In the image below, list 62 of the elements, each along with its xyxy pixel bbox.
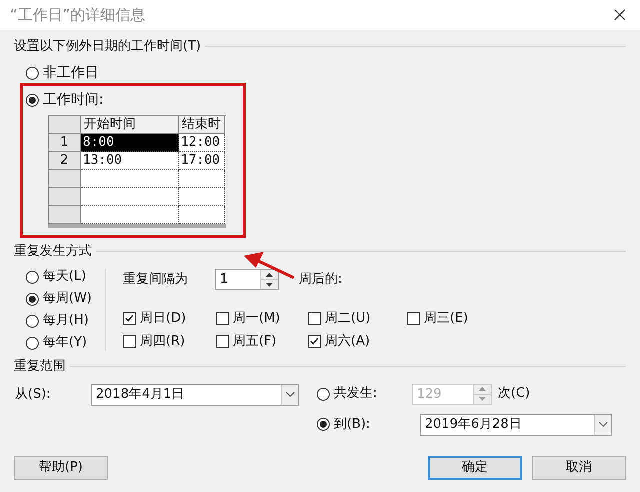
date-dropdown[interactable]: 2019年6月28日	[420, 414, 612, 436]
number-field[interactable]: 1	[215, 269, 279, 290]
table-cell[interactable]	[81, 206, 179, 224]
table-cell[interactable]	[179, 206, 225, 224]
spin-arrows-icon[interactable]	[260, 270, 278, 289]
checkbox-label: 周六(A)	[325, 332, 370, 351]
radio-button[interactable]	[26, 336, 39, 350]
radio-label: 每周(W)	[43, 290, 92, 308]
radio-button[interactable]	[26, 292, 39, 306]
interval-label: 重复间隔为	[123, 270, 189, 289]
checkbox[interactable]	[308, 335, 321, 348]
checkbox-label: 周三(E)	[424, 310, 468, 328]
count-suffix: 次(C)	[498, 385, 530, 404]
radio-label: 每天(L)	[43, 268, 86, 286]
radio-label: 到(B):	[334, 416, 370, 434]
checkbox-label: 周一(M)	[233, 310, 280, 328]
checkbox-label: 周日(D)	[140, 310, 186, 328]
chevron-down-icon[interactable]	[281, 384, 298, 404]
checkbox-label: 周四(R)	[140, 332, 186, 351]
checkbox[interactable]	[216, 312, 229, 325]
table-cell[interactable]: 17:00	[179, 152, 225, 170]
radio-label: 每年(Y)	[43, 334, 88, 352]
radio-button[interactable]	[26, 94, 39, 106]
row-number: 2	[49, 152, 81, 170]
checkbox-label: 周五(F)	[233, 332, 277, 351]
table-cell[interactable]	[81, 188, 179, 206]
radio-button[interactable]	[26, 270, 39, 284]
close-icon[interactable]	[614, 9, 626, 21]
interval-suffix: 周后的:	[299, 270, 342, 289]
section-heading: 重复发生方式	[14, 242, 92, 260]
section-heading: 设置以下例外日期的工作时间(T)	[14, 38, 202, 56]
radio-button[interactable]	[317, 418, 330, 431]
radio-button[interactable]	[26, 66, 39, 80]
checkbox[interactable]	[216, 335, 229, 348]
radio-label: 非工作日	[43, 64, 99, 82]
arrow-annotation	[242, 250, 296, 280]
chevron-down-icon[interactable]	[594, 414, 611, 434]
column-header[interactable]: 开始时间	[81, 116, 179, 134]
table-cell[interactable]: 8:00	[81, 134, 179, 152]
table-cell[interactable]	[179, 170, 225, 188]
dialog-button[interactable]: 取消	[532, 456, 626, 480]
from-label: 从(S):	[15, 386, 52, 404]
radio-button[interactable]	[26, 314, 39, 328]
radio-label: 共发生:	[334, 385, 378, 404]
table-cell[interactable]	[179, 188, 225, 206]
column-header[interactable]: 结束时	[179, 116, 225, 134]
checkbox[interactable]	[123, 312, 136, 325]
checkbox-label: 周二(U)	[325, 310, 371, 328]
checkbox[interactable]	[123, 335, 136, 348]
checkbox[interactable]	[308, 312, 321, 325]
dialog-button[interactable]: 确定	[428, 456, 522, 480]
date-dropdown[interactable]: 2018年4月1日	[91, 384, 299, 406]
radio-label: 工作时间:	[43, 90, 104, 110]
row-number: 1	[49, 134, 81, 152]
window-title: “工作日”的详细信息	[10, 4, 146, 26]
table-cell[interactable]	[81, 170, 179, 188]
dialog-button[interactable]: 帮助(P)	[14, 456, 108, 480]
section-heading: 重复范围	[14, 358, 66, 376]
table-cell[interactable]: 12:00	[179, 134, 225, 152]
radio-label: 每月(H)	[43, 312, 89, 330]
checkbox[interactable]	[407, 312, 420, 325]
table-cell[interactable]: 13:00	[81, 152, 179, 170]
